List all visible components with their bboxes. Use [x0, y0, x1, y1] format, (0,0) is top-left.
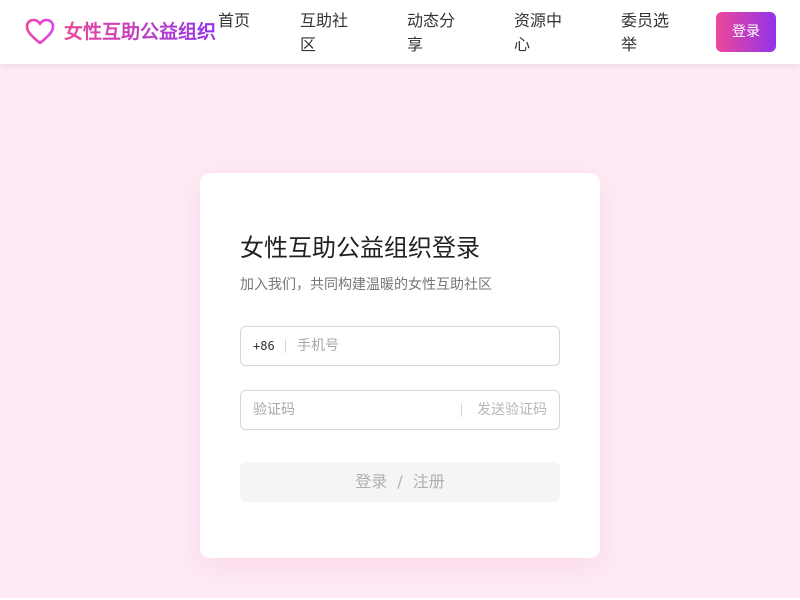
nav-election[interactable]: 委员选举: [621, 9, 677, 57]
phone-input[interactable]: [297, 327, 547, 365]
field-divider: [285, 339, 286, 353]
login-subtitle: 加入我们，共同构建温暖的女性互助社区: [240, 277, 492, 293]
top-navbar: 女性互助公益组织 首页 互助社区 动态分享 资源中心 委员选举 登录: [0, 0, 800, 64]
separator: /: [397, 472, 403, 491]
login-title: 女性互助公益组织登录: [240, 234, 480, 262]
login-register-button[interactable]: 登录 / 注册: [240, 462, 560, 502]
brand-name[interactable]: 女性互助公益组织: [64, 18, 216, 46]
nav-posts[interactable]: 动态分享: [407, 9, 463, 57]
heart-icon[interactable]: [24, 16, 56, 48]
login-label: 登录: [355, 472, 388, 491]
login-card: 女性互助公益组织登录 加入我们，共同构建温暖的女性互助社区 +86 发送验证码 …: [200, 173, 600, 558]
field-divider: [461, 403, 462, 417]
register-label: 注册: [412, 472, 445, 491]
code-field[interactable]: 发送验证码: [240, 390, 560, 430]
nav-home[interactable]: 首页: [218, 9, 252, 33]
header-login-button[interactable]: 登录: [716, 12, 776, 52]
nav-community[interactable]: 互助社区: [300, 9, 356, 57]
phone-field[interactable]: +86: [240, 326, 560, 366]
verification-code-input[interactable]: [253, 391, 443, 429]
send-code-button[interactable]: 发送验证码: [477, 391, 547, 429]
nav-resources[interactable]: 资源中心: [514, 9, 570, 57]
country-code-prefix: +86: [253, 339, 275, 353]
